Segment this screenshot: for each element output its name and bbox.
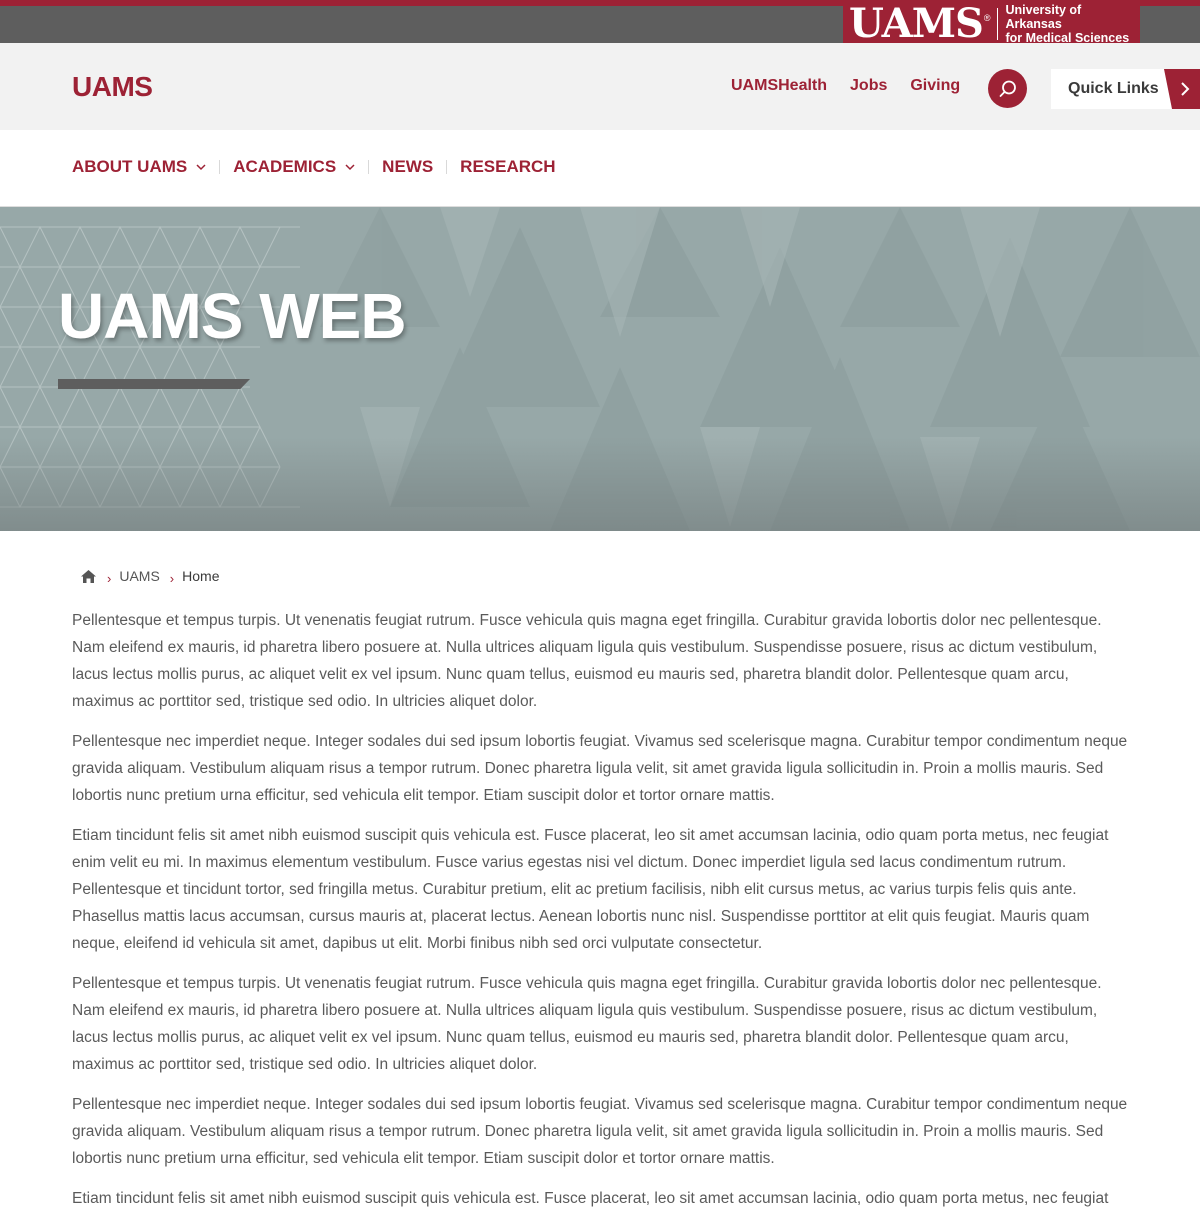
content-paragraph: Etiam tincidunt felis sit amet nibh euis… <box>72 1190 1109 1207</box>
nav-item-label: ACADEMICS <box>233 157 337 176</box>
nav-item-label: RESEARCH <box>460 157 556 176</box>
site-title[interactable]: UAMS <box>72 71 153 103</box>
nav-item-about-uams[interactable]: ABOUT UAMS <box>72 157 206 177</box>
nav-item-label: ABOUT UAMS <box>72 157 188 176</box>
nav-item-academics[interactable]: ACADEMICS <box>233 157 355 177</box>
nav-separator <box>219 160 221 174</box>
breadcrumb-item-uams[interactable]: UAMS <box>119 568 159 584</box>
util-link-uamshealth[interactable]: UAMSHealth <box>731 77 827 95</box>
nav-item-research[interactable]: RESEARCH <box>460 157 555 177</box>
search-button[interactable] <box>988 69 1027 108</box>
page-title: UAMS WEB <box>58 280 407 352</box>
quick-links-label: Quick Links <box>1068 80 1159 97</box>
chevron-down-icon <box>196 163 206 171</box>
nav-items: ABOUT UAMS ACADEMICS NEWS RESEARCH <box>72 157 556 177</box>
content-paragraph: Pellentesque et tempus turpis. Ut venena… <box>72 612 1102 710</box>
nav-separator <box>446 160 448 174</box>
hero-underline <box>58 379 250 389</box>
breadcrumb-home[interactable] <box>80 569 97 584</box>
breadcrumb-separator: › <box>107 570 112 586</box>
util-link-giving[interactable]: Giving <box>910 77 960 95</box>
home-icon <box>81 569 96 583</box>
chevron-down-icon <box>345 163 355 171</box>
brand-full-name: University of Arkansas for Medical Scien… <box>1006 3 1141 45</box>
site-header: UAMS UAMSHealth Jobs Giving Quick Links <box>0 43 1200 130</box>
content-paragraph: Pellentesque et tempus turpis. Ut venena… <box>72 975 1102 1073</box>
content-paragraph: Etiam tincidunt felis sit amet nibh euis… <box>72 827 1109 952</box>
nav-separator <box>368 160 370 174</box>
chevron-right-icon <box>1181 82 1190 96</box>
main-navigation: ABOUT UAMS ACADEMICS NEWS RESEARCH <box>0 130 1200 207</box>
content-paragraph: Pellentesque nec imperdiet neque. Intege… <box>72 733 1128 804</box>
nav-item-news[interactable]: NEWS <box>382 157 433 177</box>
brand-logo-mark: UAMS <box>849 0 984 47</box>
brand-divider <box>996 8 998 40</box>
utility-links: UAMSHealth Jobs Giving <box>731 77 960 95</box>
quick-links-arrow <box>1164 69 1200 109</box>
hero-banner: UAMS WEB <box>0 207 1200 531</box>
util-link-jobs[interactable]: Jobs <box>850 77 887 95</box>
nav-item-label: NEWS <box>382 157 434 176</box>
brand-registered-mark: ® <box>983 13 991 23</box>
brand-name-line1: University of Arkansas <box>1005 3 1082 31</box>
hero-fade <box>0 437 1200 531</box>
quick-links-button[interactable]: Quick Links <box>1051 69 1200 109</box>
main-content: Pellentesque et tempus turpis. Ut venena… <box>72 607 1134 1212</box>
content-paragraph: Pellentesque nec imperdiet neque. Intege… <box>72 1096 1128 1167</box>
breadcrumb: › UAMS › Home <box>80 568 220 586</box>
breadcrumb-current: Home <box>182 568 220 584</box>
uams-brand-logo[interactable]: UAMS ® University of Arkansas for Medica… <box>843 0 1140 48</box>
breadcrumb-separator: › <box>169 570 175 586</box>
search-icon <box>999 80 1016 97</box>
